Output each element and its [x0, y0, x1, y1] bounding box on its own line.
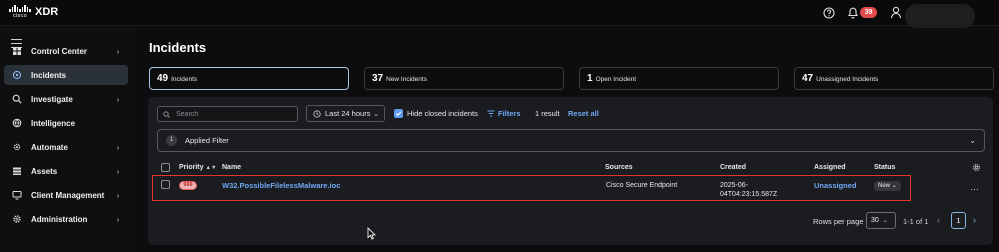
applied-filter-count: 1	[166, 135, 177, 146]
column-header-status: Status	[874, 164, 896, 171]
hide-closed-label: Hide closed incidents	[407, 109, 478, 118]
cisco-logo-bars	[9, 5, 31, 12]
stat-label: Incidents	[171, 76, 198, 83]
rows-per-page-select[interactable]: 30 ⌄	[866, 212, 896, 229]
filters-button[interactable]: Filters	[487, 109, 521, 118]
dashboard-icon	[13, 47, 21, 55]
intelligence-icon	[12, 118, 22, 128]
reset-all-link[interactable]: Reset all	[568, 109, 599, 118]
column-header-assigned: Assigned	[814, 164, 846, 171]
sidebar-item-label: Investigate	[31, 94, 73, 104]
chevron-right-icon: ›	[116, 142, 120, 152]
sidebar-item-label: Incidents	[31, 70, 67, 80]
chevron-right-icon: ›	[116, 214, 120, 224]
chevron-right-icon: ›	[116, 94, 120, 104]
filters-label: Filters	[498, 109, 521, 118]
mouse-cursor-icon	[367, 227, 376, 240]
applied-filter-label: Applied Filter	[185, 136, 229, 145]
sidebar-item-automate[interactable]: Automate ›	[4, 137, 128, 157]
current-page-button[interactable]: 1	[951, 212, 966, 229]
sidebar-item-label: Intelligence	[31, 118, 76, 128]
chevron-down-icon: ⌄	[891, 183, 897, 189]
gear-icon[interactable]	[972, 163, 981, 172]
select-all-checkbox[interactable]	[161, 163, 170, 172]
sidebar-item-label: Administration	[31, 214, 88, 224]
chevron-right-icon: ›	[116, 46, 120, 56]
sidebar-item-investigate[interactable]: Investigate ›	[4, 89, 128, 109]
status-dropdown[interactable]: New ⌄	[874, 181, 901, 191]
column-header-name: Name	[222, 164, 242, 171]
sidebar-item-label: Assets	[31, 166, 58, 176]
incident-created-line2: 04T04:23:15.587Z	[720, 191, 778, 198]
stat-value: 47	[802, 73, 814, 84]
logo-text: cisco	[12, 13, 28, 19]
incident-source: Cisco Secure Endpoint	[606, 182, 678, 189]
chevron-right-icon: ›	[116, 190, 120, 200]
stat-label: New Incidents	[386, 76, 427, 83]
client-management-icon	[12, 191, 22, 200]
stat-value: 1	[587, 73, 593, 84]
sidebar-item-label: Client Management	[31, 190, 105, 200]
sidebar-item-incidents[interactable]: Incidents	[4, 65, 128, 85]
chevron-down-icon: ⌄	[882, 218, 888, 224]
priority-badge: 960	[179, 181, 197, 190]
hide-closed-toggle[interactable]: Hide closed incidents	[394, 109, 478, 118]
user-account-menu[interactable]	[905, 4, 975, 28]
bell-icon[interactable]	[847, 6, 859, 19]
assets-icon	[13, 167, 21, 175]
investigate-icon	[12, 94, 22, 104]
next-page-icon[interactable]: ›	[973, 215, 976, 225]
sidebar-item-label: Control Center	[31, 46, 87, 56]
column-header-priority[interactable]: Priority ▲▼	[179, 164, 216, 171]
app-title: XDR	[35, 6, 59, 18]
hide-closed-checkbox[interactable]	[394, 109, 403, 118]
previous-page-icon[interactable]: ‹	[937, 215, 940, 225]
assigned-link[interactable]: Unassigned	[814, 181, 857, 190]
administration-icon	[13, 215, 21, 223]
stat-card-incidents[interactable]: 49 Incidents	[149, 67, 349, 90]
incidents-icon	[12, 70, 22, 80]
help-icon[interactable]	[823, 7, 835, 19]
result-count: 1 result	[535, 109, 560, 118]
search-input[interactable]	[157, 106, 298, 122]
stat-value: 49	[157, 73, 169, 84]
sidebar-item-intelligence[interactable]: Intelligence	[4, 113, 128, 133]
filter-icon	[487, 110, 495, 117]
chevron-down-icon: ⌄	[373, 110, 379, 118]
checkmark-icon	[395, 111, 402, 117]
stat-card-open-incident[interactable]: 1 Open Incident	[579, 67, 779, 90]
row-checkbox[interactable]	[161, 180, 170, 189]
chevron-down-icon: ⌄	[969, 136, 976, 145]
column-header-sources: Sources	[605, 164, 633, 171]
clock-icon	[313, 109, 321, 118]
incident-name-link[interactable]: W32.PossibleFilelessMalware.ioc	[222, 181, 340, 190]
column-header-created: Created	[720, 164, 747, 171]
sidebar-item-control-center[interactable]: Control Center ›	[4, 41, 128, 61]
rows-per-page-label: Rows per page	[813, 217, 864, 226]
more-options-icon[interactable]: …	[970, 182, 980, 192]
stat-card-unassigned-incidents[interactable]: 47 Unassigned Incidents	[794, 67, 994, 90]
user-icon[interactable]	[890, 6, 902, 19]
search-field[interactable]	[176, 110, 286, 118]
pagination-range: 1-1 of 1	[903, 217, 929, 226]
chevron-right-icon: ›	[116, 166, 120, 176]
stat-card-new-incidents[interactable]: 37 New Incidents	[364, 67, 564, 90]
time-range-label: Last 24 hours	[325, 109, 371, 118]
notification-badge[interactable]: 39	[860, 7, 877, 18]
stat-label: Unassigned Incidents	[816, 76, 879, 83]
search-icon	[163, 110, 170, 118]
automate-icon	[13, 143, 21, 151]
sidebar-item-client-management[interactable]: Client Management ›	[4, 185, 128, 205]
sidebar-item-administration[interactable]: Administration ›	[4, 209, 128, 229]
time-range-select[interactable]: Last 24 hours ⌄	[306, 105, 385, 122]
applied-filter-accordion[interactable]: 1 Applied Filter ⌄	[157, 129, 985, 152]
sort-icon: ▲▼	[205, 165, 217, 171]
cisco-logo[interactable]: cisco	[9, 5, 31, 21]
stat-label: Open Incident	[595, 76, 637, 83]
sidebar-item-assets[interactable]: Assets ›	[4, 161, 128, 181]
stat-value: 37	[372, 73, 384, 84]
page-title: Incidents	[149, 40, 207, 55]
sidebar-item-label: Automate	[31, 142, 68, 152]
top-bar: cisco XDR 39	[0, 0, 999, 28]
